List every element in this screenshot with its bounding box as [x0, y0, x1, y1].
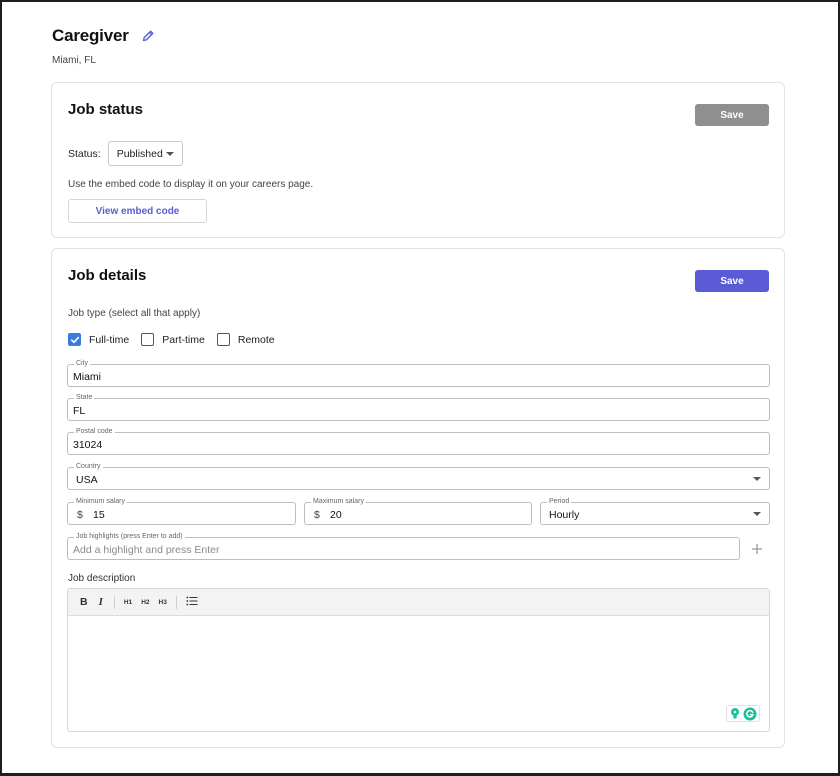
- job-details-save-button[interactable]: Save: [695, 270, 769, 292]
- country-select-label: Country: [74, 462, 103, 471]
- maximum-salary-currency: $: [314, 509, 320, 521]
- period-select-label: Period: [547, 497, 572, 506]
- city-field-label: City: [74, 359, 91, 368]
- italic-button[interactable]: I: [99, 596, 103, 608]
- remote-label: Remote: [237, 333, 275, 346]
- state-field[interactable]: State FL: [67, 393, 770, 421]
- job-highlights-placeholder: Add a highlight and press Enter: [73, 544, 220, 556]
- maximum-salary-label: Maximum salary: [311, 497, 366, 506]
- status-select-value: Published: [116, 147, 163, 160]
- status-select[interactable]: Published: [107, 141, 183, 166]
- heading-1-button[interactable]: H1: [124, 599, 132, 606]
- state-field-label: State: [74, 393, 95, 402]
- plus-icon[interactable]: [750, 542, 764, 556]
- parttime-label: Part-time: [162, 333, 205, 346]
- minimum-salary-currency: $: [77, 509, 83, 521]
- embed-help-text: Use the embed code to display it on your…: [68, 179, 314, 190]
- job-details-card: Job details Save Job type (select all th…: [51, 248, 785, 748]
- country-select[interactable]: Country USA: [67, 462, 770, 490]
- bold-button[interactable]: B: [80, 596, 88, 608]
- job-type-label: Job type (select all that apply): [68, 308, 201, 319]
- status-row: Status: Published: [68, 141, 183, 166]
- job-type-remote[interactable]: Remote: [216, 333, 275, 346]
- status-label: Status:: [68, 147, 101, 160]
- fulltime-checkbox[interactable]: [68, 333, 81, 346]
- postal-code-field-label: Postal code: [74, 427, 115, 436]
- job-type-options: Full-time Part-time Remote: [68, 333, 287, 346]
- city-field[interactable]: City Miami: [67, 359, 770, 387]
- chevron-down-icon: [753, 512, 761, 516]
- job-location: Miami, FL: [52, 55, 96, 66]
- toolbar-divider: [175, 595, 177, 609]
- grammarly-widget[interactable]: [726, 705, 760, 722]
- check-icon: [70, 336, 79, 343]
- job-description-textarea[interactable]: [68, 616, 769, 731]
- job-type-parttime[interactable]: Part-time: [141, 333, 205, 346]
- bullet-list-icon[interactable]: [186, 596, 198, 609]
- heading-3-button[interactable]: H3: [159, 599, 167, 606]
- state-field-value: FL: [73, 405, 86, 417]
- period-select-value: Hourly: [549, 509, 580, 521]
- chevron-down-icon: [753, 477, 761, 481]
- page-header: Caregiver Miami, FL: [52, 26, 155, 66]
- minimum-salary-value: 15: [93, 509, 105, 521]
- heading-2-button[interactable]: H2: [141, 599, 149, 606]
- period-select[interactable]: Period Hourly: [540, 497, 770, 525]
- job-description-label: Job description: [68, 573, 136, 584]
- page-title: Caregiver: [52, 26, 129, 45]
- editor-toolbar: B I H1 H2 H3: [68, 589, 769, 616]
- postal-code-field-value: 31024: [73, 439, 103, 451]
- view-embed-code-button[interactable]: View embed code: [68, 199, 207, 223]
- job-status-card: Job status Save Status: Published Use th…: [51, 82, 785, 238]
- job-status-title: Job status: [68, 101, 144, 118]
- job-highlights-label: Job highlights (press Enter to add): [74, 532, 185, 541]
- city-field-value: Miami: [73, 371, 101, 383]
- toolbar-divider: [113, 595, 115, 609]
- minimum-salary-field[interactable]: Minimum salary $ 15: [67, 497, 296, 525]
- lightbulb-icon: [731, 708, 739, 719]
- remote-checkbox[interactable]: [216, 333, 230, 346]
- grammarly-icon: [743, 707, 757, 720]
- chevron-down-icon: [165, 152, 174, 156]
- title-row: Caregiver: [52, 26, 155, 46]
- pencil-icon[interactable]: [141, 29, 155, 43]
- job-status-save-button[interactable]: Save: [695, 104, 769, 126]
- job-type-fulltime[interactable]: Full-time: [68, 333, 129, 346]
- job-details-title: Job details: [68, 267, 147, 284]
- maximum-salary-value: 20: [330, 509, 342, 521]
- parttime-checkbox[interactable]: [141, 333, 155, 346]
- minimum-salary-label: Minimum salary: [74, 497, 128, 506]
- job-description-editor: B I H1 H2 H3: [67, 588, 770, 732]
- postal-code-field[interactable]: Postal code 31024: [67, 427, 770, 455]
- maximum-salary-field[interactable]: Maximum salary $ 20: [304, 497, 532, 525]
- job-highlights-input[interactable]: Job highlights (press Enter to add) Add …: [67, 532, 740, 560]
- country-select-value: USA: [76, 474, 98, 486]
- fulltime-label: Full-time: [89, 333, 130, 346]
